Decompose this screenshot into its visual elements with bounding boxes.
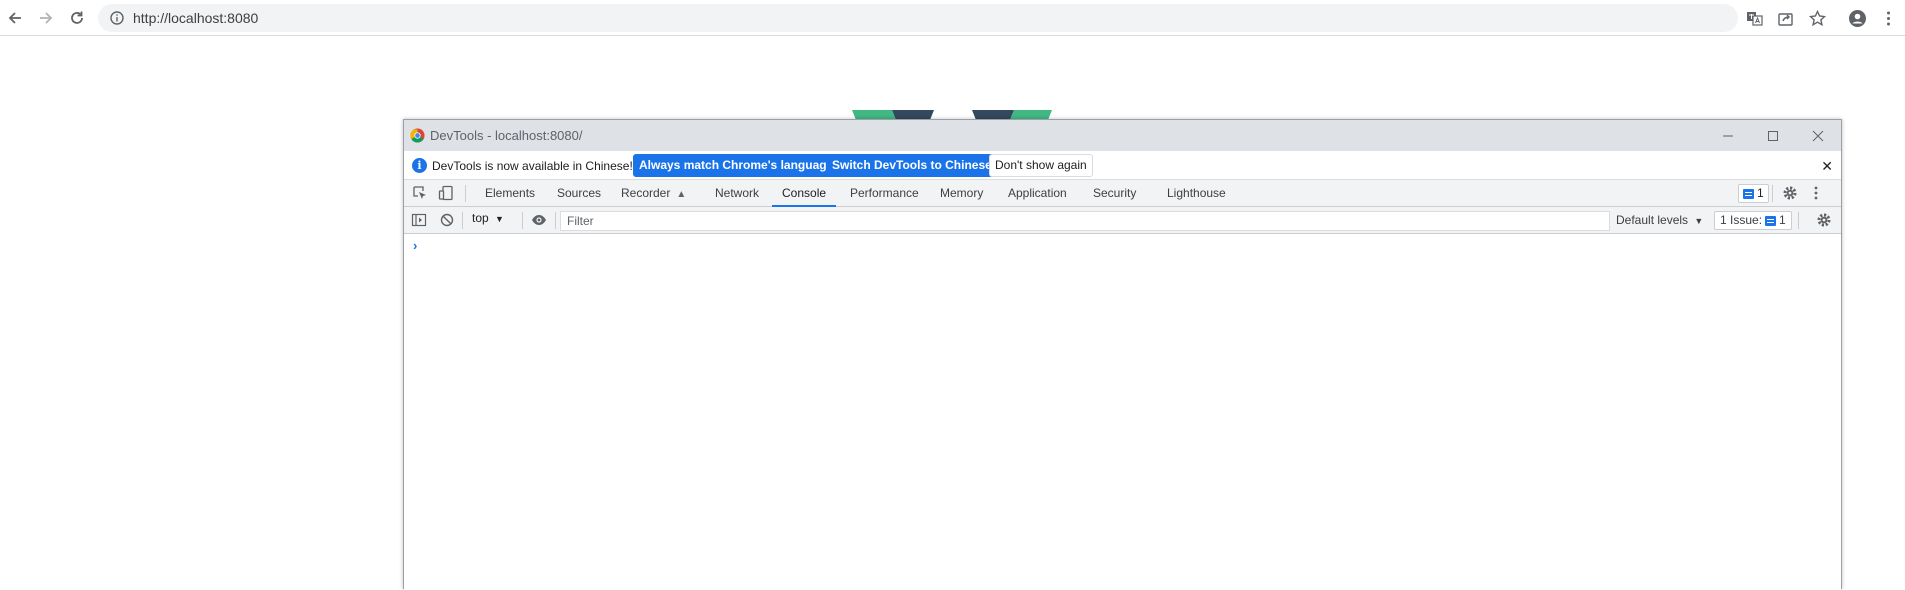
dont-show-again-button[interactable]: Don't show again	[989, 154, 1093, 177]
bookmark-button[interactable]	[1805, 6, 1829, 30]
switch-language-button[interactable]: Switch DevTools to Chinese	[826, 154, 998, 177]
share-icon	[1777, 12, 1793, 26]
eye-icon	[532, 215, 546, 225]
minimize-icon	[1722, 135, 1733, 136]
reload-icon	[71, 11, 83, 24]
console-output[interactable]: ›	[404, 234, 1841, 590]
translate-button[interactable]	[1742, 6, 1766, 30]
console-prompt[interactable]: ›	[413, 238, 417, 253]
profile-icon	[1848, 9, 1866, 27]
message-icon	[1743, 188, 1754, 199]
gear-icon	[1783, 186, 1797, 200]
toolbar-divider	[1798, 212, 1799, 229]
console-toolbar: top ▼ Default levels ▼ 1 Issue: 1	[404, 207, 1841, 234]
inspect-element-button[interactable]	[411, 184, 429, 202]
bookmark-star-icon	[1808, 9, 1826, 26]
tab-lighthouse[interactable]: Lighthouse	[1166, 180, 1227, 207]
customize-menu-button[interactable]	[1807, 184, 1825, 202]
issues-label: 1 Issue:	[1720, 213, 1763, 227]
chevron-down-icon: ▼	[495, 214, 504, 224]
toolbar-divider	[1772, 185, 1773, 202]
kebab-menu-icon	[1814, 186, 1818, 200]
url-text[interactable]: http://localhost:8080	[133, 10, 258, 26]
filter-input[interactable]	[560, 211, 1610, 231]
context-selector[interactable]: top ▼	[472, 211, 504, 225]
devtools-tab-bar: Elements Sources Recorder ▲ Network Conso…	[404, 180, 1841, 207]
share-button[interactable]	[1773, 6, 1797, 30]
menu-icon	[1886, 11, 1890, 25]
tab-sources[interactable]: Sources	[556, 180, 602, 207]
inspect-icon	[413, 186, 426, 199]
issues-counter-button[interactable]: 1 Issue: 1	[1714, 211, 1792, 230]
tab-security[interactable]: Security	[1092, 180, 1137, 207]
forward-icon	[40, 12, 53, 24]
device-icon	[438, 185, 453, 201]
clear-console-button[interactable]	[438, 211, 456, 229]
chrome-logo-icon	[410, 128, 425, 143]
reload-button[interactable]	[66, 7, 88, 29]
maximize-icon	[1767, 130, 1778, 141]
maximize-button[interactable]	[1750, 120, 1795, 151]
infobar-message: DevTools is now available in Chinese!	[432, 159, 633, 173]
info-icon: i	[412, 158, 427, 173]
browser-toolbar: http://localhost:8080	[0, 0, 1905, 36]
back-button[interactable]	[4, 7, 26, 29]
tab-network[interactable]: Network	[714, 180, 760, 207]
experiment-flask-icon: ▲	[676, 189, 687, 200]
toolbar-divider	[522, 212, 523, 229]
gear-icon	[1817, 213, 1831, 227]
log-levels-dropdown[interactable]: Default levels ▼	[1616, 213, 1703, 227]
tab-elements[interactable]: Elements	[484, 180, 536, 207]
tab-console[interactable]: Console	[772, 180, 837, 207]
console-settings-button[interactable]	[1815, 211, 1833, 229]
chevron-down-icon: ▼	[1694, 216, 1704, 226]
devtools-titlebar[interactable]: DevTools - localhost:8080/	[404, 120, 1841, 151]
log-levels-label: Default levels	[1616, 213, 1689, 227]
tab-performance[interactable]: Performance	[849, 180, 920, 207]
live-expression-button[interactable]	[530, 211, 548, 229]
translate-icon	[1746, 11, 1763, 26]
issues-badge-count: 1	[1757, 186, 1764, 200]
issues-badge[interactable]: 1	[1738, 184, 1769, 203]
toolbar-divider	[555, 212, 556, 229]
tab-memory[interactable]: Memory	[939, 180, 984, 207]
back-icon	[8, 12, 21, 24]
forward-button[interactable]	[35, 7, 57, 29]
address-bar[interactable]: http://localhost:8080	[98, 4, 1738, 32]
profile-button[interactable]	[1845, 6, 1869, 30]
minimize-button[interactable]	[1705, 120, 1750, 151]
context-value: top	[472, 211, 489, 225]
settings-button[interactable]	[1781, 184, 1799, 202]
device-toolbar-button[interactable]	[437, 184, 455, 202]
issues-count: 1	[1779, 213, 1786, 227]
close-icon	[1812, 130, 1823, 141]
clear-icon	[440, 213, 454, 227]
tab-recorder[interactable]: Recorder ▲	[620, 180, 687, 207]
message-icon	[1765, 215, 1777, 226]
devtools-window: DevTools - localhost:8080/ i DevTools is…	[403, 119, 1842, 590]
language-infobar: i DevTools is now available in Chinese! …	[404, 151, 1841, 180]
toolbar-divider	[462, 212, 463, 229]
close-window-button[interactable]	[1795, 120, 1840, 151]
tab-recorder-label: Recorder	[621, 186, 671, 200]
chrome-menu-button[interactable]	[1876, 6, 1900, 30]
match-language-button[interactable]: Always match Chrome's language	[633, 154, 840, 177]
tab-application[interactable]: Application	[1007, 180, 1068, 207]
toolbar-divider	[465, 185, 466, 202]
sidebar-toggle-icon	[411, 213, 427, 227]
devtools-title: DevTools - localhost:8080/	[430, 128, 583, 143]
infobar-close-icon[interactable]: ✕	[1821, 158, 1833, 175]
show-sidebar-button[interactable]	[410, 211, 428, 229]
site-info-icon[interactable]	[110, 11, 124, 25]
